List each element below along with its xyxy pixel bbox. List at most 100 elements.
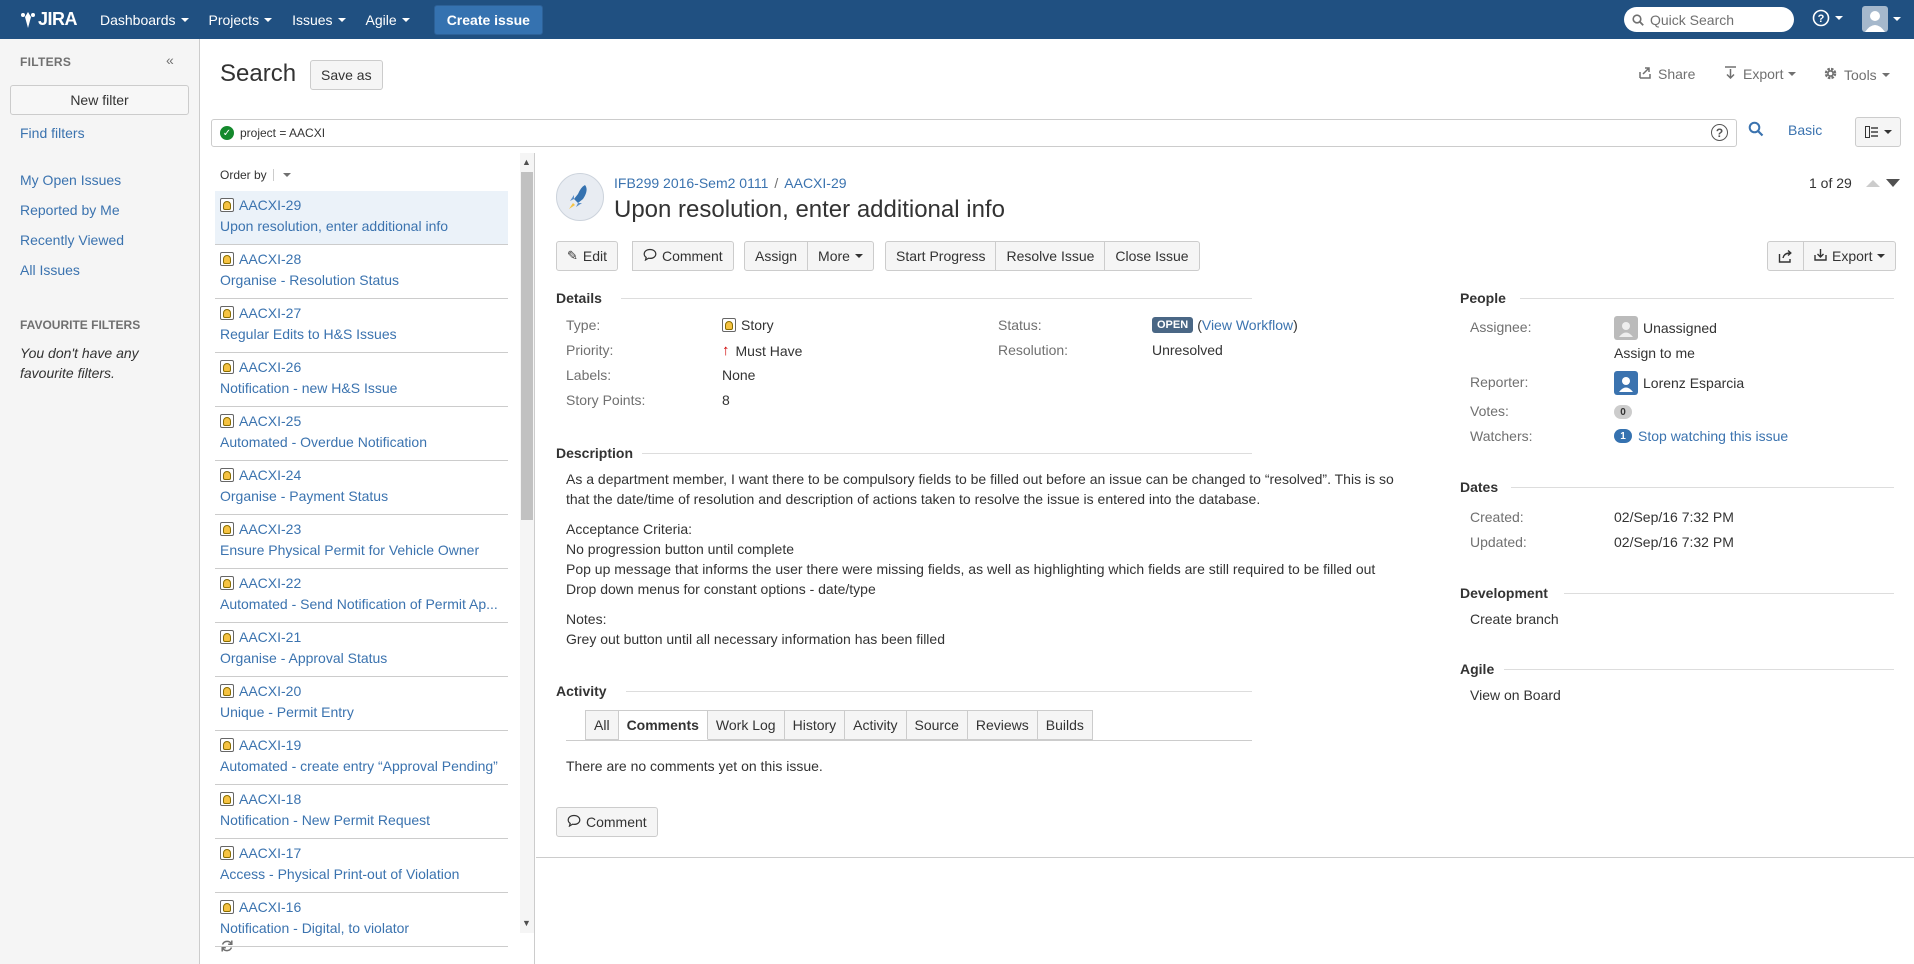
issue-list-item[interactable]: AACXI-28 Organise - Resolution Status [215,245,508,299]
nav-agile[interactable]: Agile [356,0,420,39]
filter-my-open-issues[interactable]: My Open Issues [20,172,121,188]
issue-summary[interactable]: Notification - Digital, to violator [220,920,503,936]
share-button[interactable]: Share [1638,66,1695,82]
issue-key[interactable]: AACXI-29 [220,195,503,215]
issue-key[interactable]: AACXI-26 [220,357,503,377]
tab-source[interactable]: Source [906,710,968,740]
order-by-toggle[interactable] [272,169,291,181]
tab-history[interactable]: History [784,710,846,740]
filter-all-issues[interactable]: All Issues [20,262,80,278]
issue-list-item[interactable]: AACXI-17 Access - Physical Print-out of V… [215,839,508,893]
issue-list-item[interactable]: AACXI-29 Upon resolution, enter additiona… [215,191,508,245]
breadcrumb-issue-key[interactable]: AACXI-29 [784,175,846,191]
issue-list-item[interactable]: AACXI-23 Ensure Physical Permit for Vehic… [215,515,508,569]
query-help-icon[interactable]: ? [1711,124,1728,141]
export-menu-button[interactable]: Export [1724,66,1797,82]
issue-key[interactable]: AACXI-28 [220,249,503,269]
user-profile-menu[interactable] [1862,6,1901,32]
breadcrumb-project[interactable]: IFB299 2016-Sem2 0111 [614,175,768,191]
filter-reported-by-me[interactable]: Reported by Me [20,202,120,218]
scroll-up-arrow[interactable]: ▲ [522,157,531,167]
issue-summary[interactable]: Automated - create entry “Approval Pendi… [220,758,503,774]
issue-list-item[interactable]: AACXI-26 Notification - new H&S Issue [215,353,508,407]
nav-issues[interactable]: Issues [282,0,355,39]
votes-value[interactable]: 0 [1614,405,1632,419]
issue-summary[interactable]: Automated - Overdue Notification [220,434,503,450]
create-issue-button[interactable]: Create issue [433,4,543,35]
issue-list-item[interactable]: AACXI-18 Notification - New Permit Reques… [215,785,508,839]
project-avatar[interactable] [556,173,604,221]
jira-logo[interactable]: JIRA [0,9,90,30]
issue-key[interactable]: AACXI-17 [220,843,503,863]
issue-key[interactable]: AACXI-19 [220,735,503,755]
help-menu[interactable]: ? [1812,9,1843,27]
issue-list-item[interactable]: AACXI-16 Notification - Digital, to viola… [215,893,508,947]
basic-search-link[interactable]: Basic [1788,122,1822,138]
issue-list-item[interactable]: AACXI-27 Regular Edits to H&S Issues [215,299,508,353]
issue-key[interactable]: AACXI-22 [220,573,503,593]
nav-projects[interactable]: Projects [199,0,283,39]
issue-summary[interactable]: Access - Physical Print-out of Violation [220,866,503,882]
filter-recently-viewed[interactable]: Recently Viewed [20,232,124,248]
issue-summary[interactable]: Organise - Payment Status [220,488,503,504]
issue-key[interactable]: AACXI-20 [220,681,503,701]
watchers-count-badge[interactable]: 1 [1614,429,1632,443]
issue-key[interactable]: AACXI-18 [220,789,503,809]
more-button[interactable]: More [808,241,874,271]
issue-summary[interactable]: Organise - Resolution Status [220,272,503,288]
create-branch-link[interactable]: Create branch [1470,611,1559,627]
nav-dashboards[interactable]: Dashboards [90,0,199,39]
new-filter-button[interactable]: New filter [10,85,189,115]
tab-activity[interactable]: Activity [845,710,907,740]
tab-comments[interactable]: Comments [618,710,708,740]
issue-key[interactable]: AACXI-24 [220,465,503,485]
tab-work-log[interactable]: Work Log [707,710,785,740]
comment-button[interactable]: Comment [632,241,734,271]
issue-key[interactable]: AACXI-21 [220,627,503,647]
stop-watching-link[interactable]: Stop watching this issue [1638,428,1788,444]
next-issue-icon[interactable] [1885,179,1900,187]
resolve-issue-button[interactable]: Resolve Issue [996,241,1106,271]
issue-key[interactable]: AACXI-23 [220,519,503,539]
issue-key[interactable]: AACXI-16 [220,897,503,917]
issue-list-item[interactable]: AACXI-19 Automated - create entry “Approv… [215,731,508,785]
previous-issue-icon[interactable] [1865,179,1880,187]
issue-key[interactable]: AACXI-25 [220,411,503,431]
find-filters-link[interactable]: Find filters [20,125,85,141]
issue-list-item[interactable]: AACXI-24 Organise - Payment Status [215,461,508,515]
add-comment-button[interactable]: Comment [556,807,658,837]
issue-list-item[interactable]: AACXI-21 Organise - Approval Status [215,623,508,677]
issue-summary[interactable]: Upon resolution, enter additional info [220,218,503,234]
assign-button[interactable]: Assign [744,241,809,271]
issue-list-item[interactable]: AACXI-22 Automated - Send Notification of… [215,569,508,623]
search-submit-button[interactable] [1748,121,1764,140]
tools-menu-button[interactable]: Tools [1823,66,1890,84]
edit-button[interactable]: ✎ Edit [556,241,619,271]
tab-builds[interactable]: Builds [1037,710,1093,740]
close-issue-button[interactable]: Close Issue [1105,241,1200,271]
export-issue-button[interactable]: Export [1804,241,1897,271]
issue-summary[interactable]: Notification - New Permit Request [220,812,503,828]
collapse-sidebar-icon[interactable]: « [166,52,174,68]
assign-to-me-link[interactable]: Assign to me [1614,345,1695,361]
share-issue-button[interactable] [1767,241,1804,271]
start-progress-button[interactable]: Start Progress [885,241,997,271]
tab-all[interactable]: All [585,710,619,740]
issue-summary[interactable]: Unique - Permit Entry [220,704,503,720]
issue-summary[interactable]: Automated - Send Notification of Permit … [220,596,503,612]
issue-list-item[interactable]: AACXI-20 Unique - Permit Entry [215,677,508,731]
issue-summary[interactable]: Regular Edits to H&S Issues [220,326,503,342]
view-on-board-link[interactable]: View on Board [1470,687,1561,703]
order-by-menu[interactable]: Order by [220,168,291,182]
issue-summary[interactable]: Ensure Physical Permit for Vehicle Owner [220,542,503,558]
quick-search-input[interactable]: Quick Search [1624,7,1794,32]
issue-summary[interactable]: Organise - Approval Status [220,650,503,666]
issue-list-item[interactable]: AACXI-25 Automated - Overdue Notification [215,407,508,461]
scroll-down-arrow[interactable]: ▼ [522,918,531,928]
save-as-button[interactable]: Save as [310,60,383,90]
issue-summary[interactable]: Notification - new H&S Issue [220,380,503,396]
jql-query-input[interactable]: ✓ project = AACXI [211,119,1737,147]
issue-key[interactable]: AACXI-27 [220,303,503,323]
view-workflow-link[interactable]: View Workflow [1202,317,1293,333]
tab-reviews[interactable]: Reviews [967,710,1038,740]
